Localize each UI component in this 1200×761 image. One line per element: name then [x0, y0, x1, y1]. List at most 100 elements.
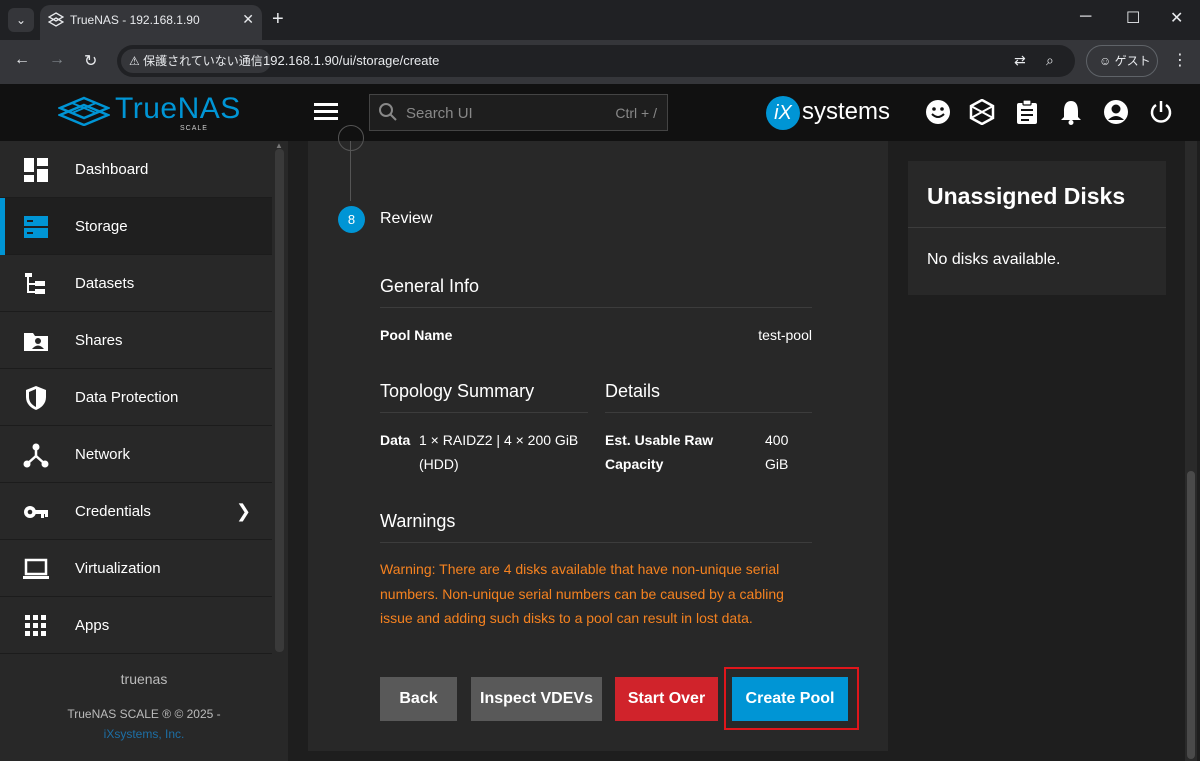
network-hub-icon [23, 443, 49, 468]
sidebar-item-apps[interactable]: Apps [0, 597, 272, 654]
security-chip[interactable]: ⚠ 保護されていない通信 [121, 49, 271, 73]
window-close-icon[interactable]: ✕ [1170, 8, 1183, 28]
sidebar-item-label: Network [75, 446, 131, 463]
zoom-icon[interactable]: ⌕ [1046, 52, 1054, 69]
maximize-icon[interactable]: ☐ [1126, 8, 1140, 28]
no-disks-message: No disks available. [927, 251, 1061, 268]
app-topbar: TrueNAS SCALE Search UI Ctrl + / iX syst… [0, 84, 1200, 141]
usable-capacity-label: Est. Usable Raw Capacity [605, 428, 713, 476]
dashboard-icon [24, 158, 48, 182]
forward-arrow-icon[interactable]: → [49, 51, 65, 69]
menu-toggle-icon[interactable] [314, 103, 338, 121]
datasets-tree-icon [25, 273, 45, 294]
sidebar-item-label: Credentials [75, 503, 151, 520]
sidebar-item-label: Virtualization [75, 560, 161, 577]
browser-tab[interactable]: TrueNAS - 192.168.1.90 ✕ [40, 5, 262, 40]
sidebar-item-datasets[interactable]: Datasets [0, 255, 272, 312]
data-vdev-layout: 1 × RAIDZ2 | 4 × 200 GiB [419, 432, 579, 448]
sidebar-item-shares[interactable]: Shares [0, 312, 272, 369]
unassigned-disks-card: Unassigned Disks No disks available. [908, 161, 1166, 295]
account-icon[interactable] [1103, 99, 1129, 125]
logo-text: TrueNAS [115, 92, 241, 125]
step-title[interactable]: Review [380, 210, 432, 228]
usable-capacity-label-line1: Est. Usable Raw [605, 432, 714, 448]
data-vdev-value: 1 × RAIDZ2 | 4 × 200 GiB (HDD) [419, 428, 578, 476]
ixsystems-link[interactable]: iXsystems, Inc. [0, 727, 288, 741]
start-over-button[interactable]: Start Over [615, 677, 718, 721]
storage-icon [24, 216, 48, 238]
usable-capacity-number: 400 [765, 432, 789, 448]
data-vdev-label: Data [380, 432, 411, 448]
profile-guest-button[interactable]: ☺ ゲスト [1086, 45, 1158, 77]
url-text[interactable]: 192.168.1.90/ui/storage/create [263, 53, 439, 68]
truenas-favicon-icon [48, 12, 64, 27]
feedback-smiley-icon[interactable] [925, 99, 951, 125]
power-icon[interactable] [1148, 99, 1174, 125]
back-button[interactable]: Back [380, 677, 457, 721]
pool-name-value: test-pool [758, 327, 812, 343]
search-placeholder: Search UI [406, 105, 473, 122]
reload-icon[interactable]: ↻ [84, 51, 97, 71]
pool-creation-wizard: 8 Review General Info Pool Name test-poo… [308, 125, 888, 751]
browser-tabbar: ⌄ TrueNAS - 192.168.1.90 ✕ + ─ ☐ ✕ [0, 0, 1200, 40]
notifications-bell-icon[interactable] [1058, 99, 1084, 125]
security-chip-label: 保護されていない通信 [143, 54, 263, 68]
sidebar-item-data-protection[interactable]: Data Protection [0, 369, 272, 426]
divider [380, 307, 812, 308]
sidebar-item-network[interactable]: Network [0, 426, 272, 483]
sidebar-item-label: Shares [75, 332, 123, 349]
logo-edition: SCALE [180, 125, 208, 132]
usable-capacity-value: 400 GiB [765, 428, 788, 476]
translate-icon[interactable]: ⇄ [1014, 52, 1026, 69]
inspect-vdevs-button[interactable]: Inspect VDEVs [471, 677, 602, 721]
warning-message: Warning: There are 4 disks available tha… [380, 561, 784, 626]
ixsystems-logo[interactable]: iX systems [766, 94, 902, 130]
guest-label: ゲスト [1114, 54, 1151, 68]
browser-menu-icon[interactable]: ⋮ [1172, 50, 1188, 70]
tab-title: TrueNAS - 192.168.1.90 [70, 13, 200, 27]
ix-mark: iX [766, 96, 800, 130]
hostname: truenas [120, 671, 168, 687]
unassigned-disks-title: Unassigned Disks [927, 183, 1126, 209]
sidebar-item-label: Dashboard [75, 161, 149, 178]
divider [380, 412, 588, 413]
minimize-icon[interactable]: ─ [1080, 8, 1091, 26]
sidebar-item-virtualization[interactable]: Virtualization [0, 540, 272, 597]
step-number-badge[interactable]: 8 [338, 206, 365, 233]
sidebar-item-label: Apps [75, 617, 110, 634]
browser-toolbar: ← → ↻ ⚠ 保護されていない通信 192.168.1.90/ui/stora… [0, 40, 1200, 84]
apps-grid-icon [25, 615, 46, 636]
new-tab-button[interactable]: + [272, 8, 284, 30]
search-input[interactable]: Search UI Ctrl + / [369, 94, 668, 131]
search-shortcut: Ctrl + / [615, 105, 657, 121]
truecommand-icon[interactable] [969, 99, 995, 125]
create-pool-highlight-box [724, 667, 859, 730]
jobs-clipboard-icon[interactable] [1014, 99, 1040, 125]
previous-step-marker[interactable] [338, 125, 364, 151]
shield-icon [26, 386, 46, 410]
main-scrollbar-thumb[interactable] [1187, 471, 1195, 759]
ix-text: systems [802, 98, 891, 125]
sidebar-item-credentials[interactable]: Credentials ❯ [0, 483, 272, 540]
chevron-right-icon: ❯ [236, 501, 252, 521]
key-icon [24, 506, 48, 518]
sidebar: Dashboard Storage Datasets Shares Data P… [0, 141, 288, 761]
details-heading: Details [605, 381, 661, 401]
data-vdev-disk-type: (HDD) [419, 456, 459, 472]
sidebar-item-storage[interactable]: Storage [0, 198, 272, 255]
pool-name-label: Pool Name [380, 327, 453, 343]
sidebar-scrollbar[interactable] [275, 149, 284, 652]
truenas-logo-icon [58, 96, 110, 126]
back-arrow-icon[interactable]: ← [14, 51, 30, 69]
tab-close-icon[interactable]: ✕ [242, 11, 254, 28]
copyright-text: TrueNAS SCALE ® © 2025 - [67, 707, 221, 721]
person-icon: ☺ [1099, 54, 1115, 68]
sidebar-item-dashboard[interactable]: Dashboard [0, 141, 272, 198]
topology-summary-heading: Topology Summary [380, 381, 535, 401]
tab-search-button[interactable]: ⌄ [8, 8, 34, 32]
truenas-logo[interactable]: TrueNAS SCALE [58, 92, 248, 132]
address-bar[interactable]: ⚠ 保護されていない通信 192.168.1.90/ui/storage/cre… [117, 45, 1075, 77]
shares-folder-icon [24, 333, 48, 351]
search-icon [379, 103, 397, 121]
laptop-icon [23, 558, 49, 579]
